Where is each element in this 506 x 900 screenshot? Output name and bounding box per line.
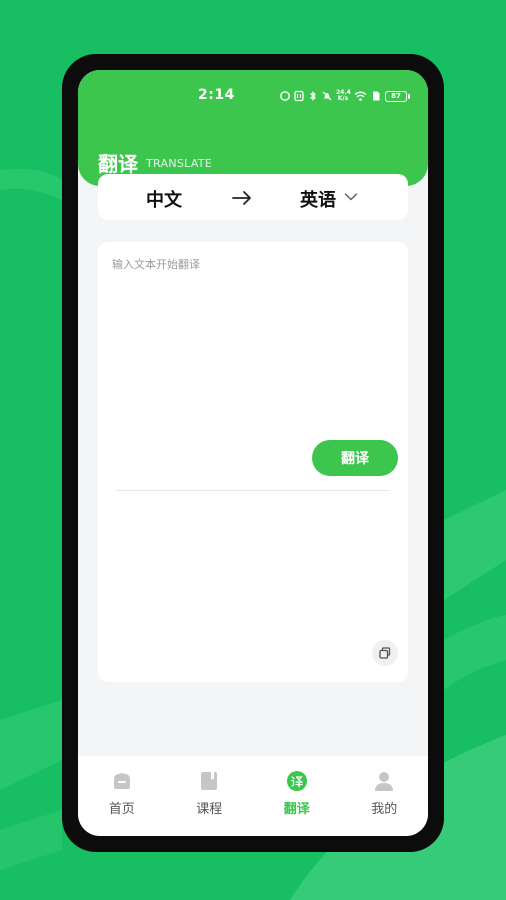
- translate-icon: [286, 771, 307, 791]
- page-title: 翻译: [98, 152, 138, 176]
- home-icon: [113, 773, 130, 789]
- copy-button[interactable]: [372, 640, 398, 666]
- tab-profile[interactable]: 我的: [341, 756, 429, 836]
- app-screen: 2:14 24.4 K/s 87 翻译 TRANSLATE 中文 英语 输入文本…: [78, 70, 428, 836]
- tab-home[interactable]: 首页: [78, 756, 166, 836]
- battery-indicator: 87: [385, 90, 407, 102]
- divider: [116, 490, 390, 491]
- copy-icon: [379, 647, 391, 659]
- phone-frame: 2:14 24.4 K/s 87 翻译 TRANSLATE 中文 英语 输入文本…: [62, 54, 444, 852]
- bottom-tab-bar: 首页 课程 翻译 我的: [78, 756, 428, 836]
- tab-label: 我的: [371, 802, 398, 817]
- tab-courses[interactable]: 课程: [166, 756, 254, 836]
- mute-icon: [322, 91, 332, 101]
- status-icons: 24.4 K/s 87: [280, 88, 410, 104]
- nfc-icon: [294, 90, 304, 102]
- header: 2:14 24.4 K/s 87 翻译 TRANSLATE: [78, 70, 428, 186]
- tab-label: 翻译: [283, 802, 310, 817]
- chevron-down-icon[interactable]: [344, 192, 358, 202]
- book-icon: [201, 772, 218, 790]
- status-time: 2:14: [198, 87, 235, 103]
- user-icon: [375, 772, 394, 791]
- source-language[interactable]: 中文: [146, 186, 182, 212]
- translate-button[interactable]: 翻译: [312, 440, 398, 476]
- bluetooth-icon: [310, 91, 316, 101]
- wifi-icon: [354, 91, 367, 101]
- tab-label: 首页: [108, 802, 135, 817]
- translation-card: 翻译: [98, 242, 408, 682]
- language-selector-bar: 中文 英语: [98, 174, 408, 220]
- arrow-right-icon[interactable]: [232, 190, 252, 206]
- battery-tip: [408, 93, 410, 99]
- sim-icon: [373, 91, 380, 101]
- tab-label: 课程: [196, 802, 223, 817]
- target-language[interactable]: 英语: [300, 186, 336, 212]
- page-subtitle: TRANSLATE: [146, 157, 213, 170]
- source-text-input[interactable]: [112, 256, 392, 426]
- network-speed: 24.4 K/s: [336, 89, 351, 102]
- tab-translate[interactable]: 翻译: [253, 756, 341, 836]
- hd-icon: [280, 91, 290, 101]
- translation-result: [112, 502, 392, 632]
